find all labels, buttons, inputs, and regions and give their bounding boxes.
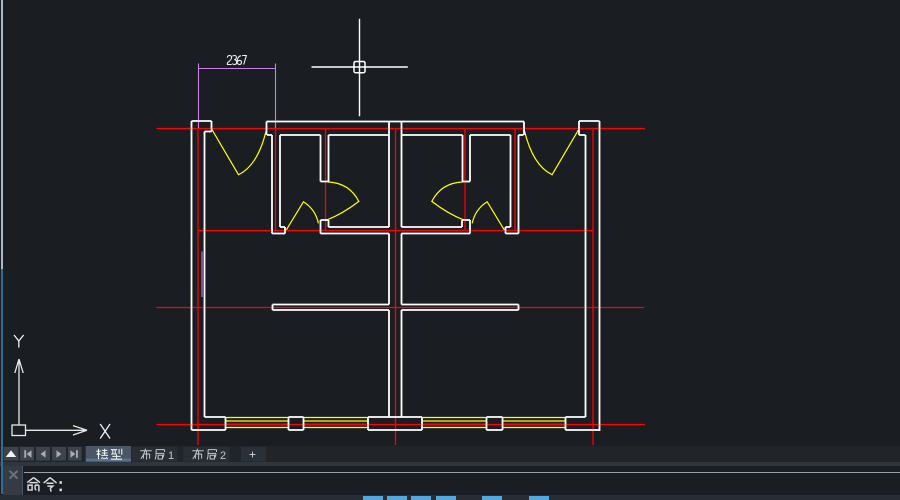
svg-text:1: 1 xyxy=(168,450,174,462)
svg-text:2: 2 xyxy=(220,450,226,462)
svg-text:+: + xyxy=(249,448,256,462)
